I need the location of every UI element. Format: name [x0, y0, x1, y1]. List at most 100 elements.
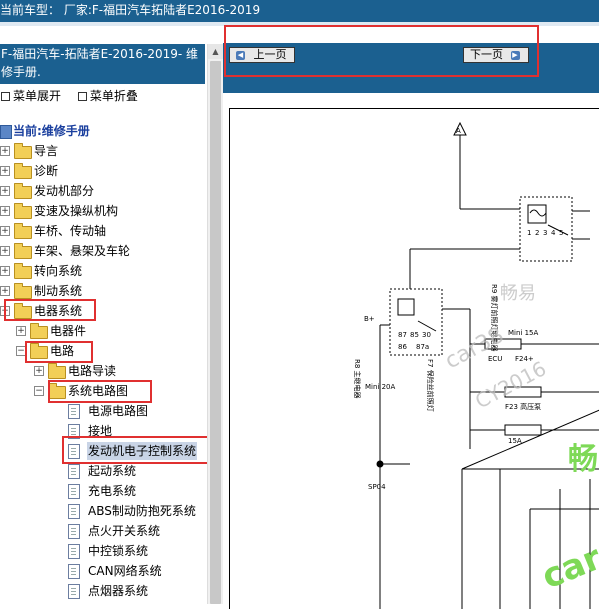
- svg-text:87a: 87a: [416, 343, 429, 351]
- svg-text:3: 3: [543, 229, 547, 237]
- expand-plus-icon[interactable]: +: [0, 186, 10, 196]
- tree-item-label: 车架、悬架及车轮: [34, 244, 131, 258]
- collapse-minus-icon[interactable]: −: [34, 386, 44, 396]
- folder-icon: [14, 223, 32, 239]
- tree-item-label: 诊断: [34, 164, 59, 178]
- tree-item-label: 系统电路图: [68, 384, 129, 398]
- tree-item-label: ABS制动防抱死系统: [88, 504, 196, 518]
- document-icon: [68, 444, 80, 459]
- document-icon: [68, 584, 80, 599]
- tree-item-label-selected: 发动机电子控制系统: [87, 442, 198, 460]
- wiring-diagram-page: A 1 2 3 4 5 B+ 87 85 30 86 87a Mini 15A …: [229, 108, 599, 609]
- collapse-menu-button[interactable]: 菜单折叠: [77, 89, 138, 103]
- collapse-icon: [77, 91, 87, 101]
- tree-item-label: 点火开关系统: [88, 524, 161, 538]
- tree-root-label: 当前:维修手册: [13, 124, 90, 138]
- folder-icon: [14, 243, 32, 259]
- expand-plus-icon[interactable]: +: [0, 286, 10, 296]
- book-title: F-福田汽车-拓陆者E-2016-2019- 维修手册.: [0, 44, 205, 84]
- folder-icon: [30, 323, 48, 339]
- document-icon: [68, 544, 80, 559]
- prev-page-button[interactable]: ◀ 上一页: [229, 47, 295, 63]
- svg-text:B+: B+: [364, 315, 375, 323]
- svg-text:1: 1: [527, 229, 531, 237]
- page-nav-bar: ◀ 上一页 下一页 ▶: [223, 43, 599, 93]
- folder-icon: [48, 363, 66, 379]
- tree-item-label: 制动系统: [34, 284, 83, 298]
- document-icon: [68, 504, 80, 519]
- folder-icon: [14, 263, 32, 279]
- tree-item-label: 点烟器系统: [88, 584, 149, 598]
- tree-item-label: 电器系统: [34, 304, 83, 318]
- tree-item-label: 充电系统: [88, 484, 137, 498]
- tree-item-label: 电路导读: [68, 364, 117, 378]
- arrow-right-icon: ▶: [510, 50, 520, 60]
- folder-icon: [14, 143, 32, 159]
- svg-text:87: 87: [398, 331, 407, 339]
- svg-text:15A: 15A: [508, 437, 522, 445]
- svg-text:F23 高压泵: F23 高压泵: [505, 402, 541, 411]
- collapse-minus-icon[interactable]: −: [16, 346, 26, 356]
- watermark-text: car38: [441, 323, 508, 374]
- document-icon: [68, 424, 80, 439]
- scrollbar-thumb[interactable]: [210, 61, 221, 604]
- folder-open-icon: [30, 343, 48, 359]
- fuse-f7-label: F7 保险丝前照灯: [426, 359, 435, 412]
- tree-item-label: 起动系统: [88, 464, 137, 478]
- expand-plus-icon[interactable]: +: [0, 266, 10, 276]
- arrow-left-icon: ◀: [236, 50, 245, 60]
- svg-text:2: 2: [535, 229, 539, 237]
- folder-open-icon: [48, 383, 66, 399]
- green-watermark: 畅: [568, 442, 598, 477]
- svg-text:Mini 20A: Mini 20A: [365, 383, 395, 391]
- tree-item-label: 导言: [34, 144, 59, 158]
- sidebar: F-福田汽车-拓陆者E-2016-2019- 维修手册. 菜单展开 菜单折叠 当…: [0, 26, 222, 604]
- document-icon: [68, 464, 80, 479]
- window-title-bar: 当前车型： 厂家:F-福田汽车拓陆者E2016-2019: [0, 0, 599, 22]
- relay-r8-label: R8 主继电器: [353, 359, 362, 399]
- watermark-text: 畅易: [500, 283, 536, 304]
- expand-plus-icon[interactable]: +: [0, 146, 10, 156]
- tree-item-label: 电器件: [50, 324, 87, 338]
- tree-item-label: 发动机部分: [34, 184, 95, 198]
- svg-text:SP04: SP04: [368, 483, 386, 491]
- wiring-diagram: A 1 2 3 4 5 B+ 87 85 30 86 87a Mini 15A …: [353, 121, 599, 609]
- collapse-minus-icon[interactable]: −: [0, 306, 10, 316]
- manual-root-icon: [0, 125, 12, 139]
- folder-icon: [14, 183, 32, 199]
- tree-item-label: 接地: [88, 424, 113, 438]
- next-page-button[interactable]: 下一页 ▶: [463, 47, 529, 63]
- header-title: 当前车型： 厂家:F-福田汽车拓陆者E2016-2019: [0, 3, 261, 17]
- document-icon: [68, 404, 80, 419]
- expand-menu-button[interactable]: 菜单展开: [0, 89, 61, 103]
- folder-icon: [14, 163, 32, 179]
- document-icon: [68, 524, 80, 539]
- folder-open-icon: [14, 303, 32, 319]
- scroll-up-arrow-icon[interactable]: ▲: [208, 44, 223, 59]
- svg-text:4: 4: [551, 229, 556, 237]
- diagram-label-a: A: [456, 127, 461, 135]
- sidebar-scrollbar[interactable]: ▲: [207, 44, 223, 604]
- expand-plus-icon[interactable]: +: [0, 246, 10, 256]
- tree-item-label: 变速及操纵机构: [34, 204, 119, 218]
- expand-plus-icon[interactable]: +: [0, 166, 10, 176]
- svg-text:Mini 15A: Mini 15A: [508, 329, 538, 337]
- svg-text:85: 85: [410, 331, 419, 339]
- expand-plus-icon[interactable]: +: [16, 326, 26, 336]
- expand-icon: [1, 91, 10, 101]
- expand-plus-icon[interactable]: +: [34, 366, 44, 376]
- main-content: ◀ 上一页 下一页 ▶ A 1 2 3 4 5 B+ 87 85 30 86 8…: [223, 25, 599, 609]
- tree-item-label: 电源电路图: [88, 404, 149, 418]
- tree-item-label: 转向系统: [34, 264, 83, 278]
- folder-icon: [14, 203, 32, 219]
- expand-plus-icon[interactable]: +: [0, 226, 10, 236]
- document-icon: [68, 484, 80, 499]
- menu-actions: 菜单展开 菜单折叠: [0, 87, 205, 105]
- svg-text:ECU: ECU: [488, 355, 502, 363]
- tree-item-label: 电路: [50, 344, 75, 358]
- folder-icon: [14, 283, 32, 299]
- document-icon: [68, 564, 80, 579]
- tree-item-label: 中控锁系统: [88, 544, 149, 558]
- expand-plus-icon[interactable]: +: [0, 206, 10, 216]
- svg-text:86: 86: [398, 343, 407, 351]
